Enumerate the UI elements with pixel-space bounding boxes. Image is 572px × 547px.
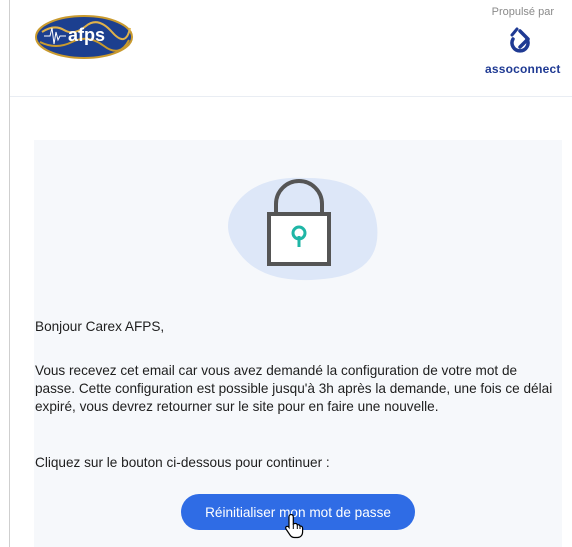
lock-icon xyxy=(228,177,378,281)
body-paragraph: Vous recevez cet email car vous avez dem… xyxy=(35,363,553,414)
assoconnect-logo-icon xyxy=(510,27,530,53)
afps-logo-text: afps xyxy=(68,25,105,45)
powered-by-label: Propulsé par xyxy=(491,6,554,18)
assoconnect-brand-text: assoconnect xyxy=(485,62,561,76)
cta-instruction: Cliquez sur le bouton ci-dessous pour co… xyxy=(35,455,330,470)
afps-logo: afps xyxy=(35,15,133,59)
email-header: afps Propulsé par assoconnect xyxy=(10,0,572,97)
hand-cursor-icon xyxy=(285,513,304,539)
greeting-text: Bonjour Carex AFPS, xyxy=(35,319,165,334)
